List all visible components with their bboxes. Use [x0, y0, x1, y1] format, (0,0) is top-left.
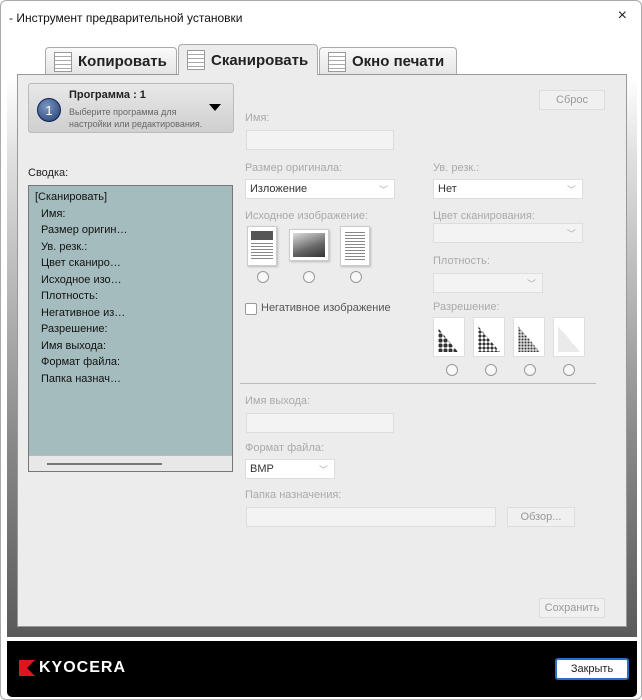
reset-button[interactable]: Сброс [539, 90, 605, 110]
horizontal-scrollbar[interactable] [29, 454, 232, 471]
text-icon[interactable] [340, 226, 370, 266]
summary-item: Папка назнач… [41, 372, 122, 385]
tab-label: Окно печати [352, 53, 445, 70]
kyocera-logo-icon [19, 660, 35, 676]
text-photo-icon[interactable] [247, 226, 277, 266]
resolution-radio-ultra[interactable] [563, 364, 575, 376]
summary-item: Формат файла: [41, 356, 121, 368]
summary-item: Размер оригин… [41, 224, 128, 236]
resolution-low-icon[interactable] [433, 317, 465, 357]
name-label: Имя: [245, 112, 270, 124]
source-radio-photo[interactable] [303, 271, 315, 283]
chevron-down-icon: ﹀ [566, 185, 576, 195]
browse-button[interactable]: Обзор... [507, 507, 575, 527]
summary-item: [Сканировать] [35, 191, 108, 203]
summary-item: Цвет сканиро… [41, 257, 121, 269]
summary-item: Разрешение: [41, 323, 108, 335]
tab-label: Сканировать [211, 51, 309, 69]
scan-icon [187, 50, 205, 70]
destination-folder-input[interactable] [246, 507, 496, 527]
summary-label: Сводка: [28, 167, 69, 179]
program-title: Программа : 1 [69, 89, 146, 101]
resolution-radio-low[interactable] [446, 364, 458, 376]
summary-item: Имя выхода: [41, 339, 107, 352]
destination-folder-label: Папка назначения: [245, 489, 342, 501]
tab-scan[interactable]: Сканировать [178, 44, 318, 75]
source-radio-text[interactable] [350, 271, 362, 283]
scan-color-select[interactable]: ﹀ [433, 223, 583, 243]
file-format-value: BMP [250, 463, 274, 475]
sharpness-label: Ув. резк.: [433, 162, 480, 174]
resolution-ultra-icon[interactable] [553, 317, 585, 357]
source-image-label: Исходное изображение: [245, 210, 369, 222]
name-input[interactable] [246, 130, 394, 150]
summary-list[interactable]: [Сканировать] Имя: Размер оригин… Ув. ре… [28, 185, 233, 472]
density-select[interactable]: ﹀ [433, 273, 543, 293]
output-name-label: Имя выхода: [245, 395, 311, 407]
program-subtitle: Выберите программа для настройки или ред… [69, 107, 203, 129]
resolution-radio-high[interactable] [524, 364, 536, 376]
footer-bar: KYOCERA Закрыть [7, 641, 637, 697]
resolution-medium-icon[interactable] [473, 317, 505, 357]
close-button[interactable]: Закрыть [555, 658, 629, 680]
sharpness-select[interactable]: Нет ﹀ [433, 179, 583, 199]
original-size-value: Изложение [250, 183, 308, 195]
summary-item: Исходное изо… [41, 273, 122, 286]
divider [240, 383, 596, 384]
scrollbar-thumb[interactable] [47, 462, 162, 465]
summary-item: Ув. резк.: [41, 240, 88, 253]
program-selector[interactable]: 1 Программа : 1 Выберите программа для н… [28, 83, 234, 133]
resolution-radio-medium[interactable] [485, 364, 497, 376]
negative-image-checkbox[interactable] [245, 303, 257, 315]
save-button[interactable]: Сохранить [539, 598, 605, 618]
tab-print-box[interactable]: Окно печати [319, 47, 457, 75]
brand-name: KYOCERA [39, 659, 127, 676]
chevron-down-icon: ﹀ [526, 279, 536, 289]
chevron-down-icon: ﹀ [318, 465, 328, 475]
dropdown-arrow-icon [209, 104, 221, 111]
resolution-high-icon[interactable] [513, 317, 545, 357]
sharpness-value: Нет [438, 183, 457, 195]
summary-item: Плотность: [41, 290, 98, 302]
close-icon[interactable]: × [618, 7, 627, 25]
print-box-icon [328, 51, 346, 72]
scan-color-label: Цвет сканирования: [433, 210, 535, 222]
kyocera-logo: KYOCERA [19, 659, 126, 677]
summary-item: Имя: [41, 207, 66, 220]
tab-label: Копировать [78, 53, 167, 70]
program-number-badge: 1 [37, 98, 61, 122]
source-radio-text-photo[interactable] [257, 271, 269, 283]
output-name-input[interactable] [246, 413, 394, 433]
copy-icon [54, 51, 72, 72]
density-label: Плотность: [433, 255, 490, 267]
photo-icon[interactable] [289, 229, 329, 261]
window-title: - Инструмент предварительной установки [9, 11, 243, 25]
original-size-label: Размер оригинала: [245, 162, 343, 174]
chevron-down-icon: ﹀ [566, 229, 576, 239]
chevron-down-icon: ﹀ [378, 185, 388, 195]
scan-panel: 1 Программа : 1 Выберите программа для н… [17, 74, 627, 627]
negative-image-label: Негативное изображение [261, 302, 391, 314]
file-format-label: Формат файла: [245, 442, 325, 454]
summary-item: Негативное из… [41, 306, 126, 319]
file-format-select[interactable]: BMP ﹀ [245, 459, 335, 479]
original-size-select[interactable]: Изложение ﹀ [245, 179, 395, 199]
preset-tool-window: - Инструмент предварительной установки ×… [0, 0, 642, 700]
resolution-label: Разрешение: [433, 301, 500, 313]
tab-copy[interactable]: Копировать [45, 47, 177, 75]
